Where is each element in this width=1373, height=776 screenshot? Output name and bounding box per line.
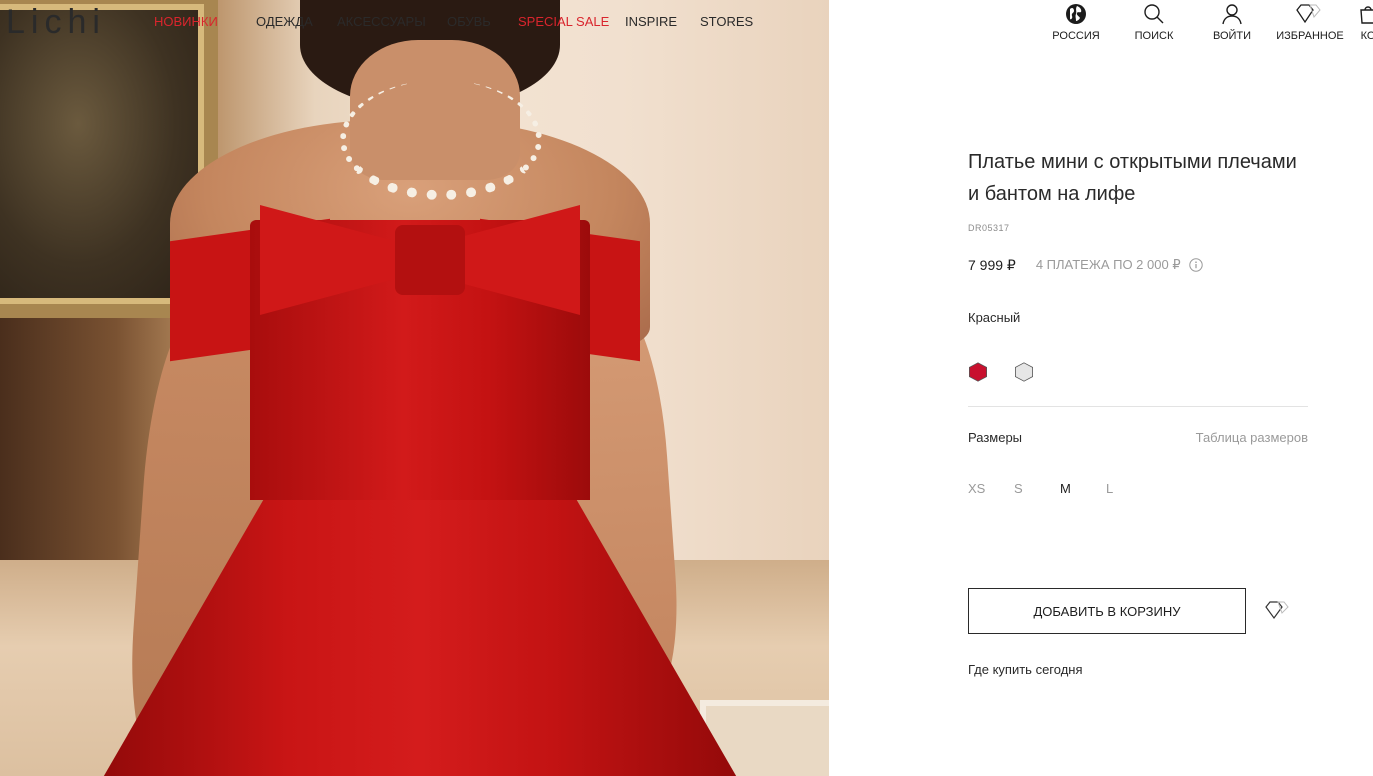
header-globe-button[interactable]: РОССИЯ: [1031, 0, 1121, 48]
header-cart-button[interactable]: КО: [1323, 0, 1373, 48]
size-option-l[interactable]: L: [1106, 480, 1152, 498]
sizes-header: Размеры Таблица размеров: [968, 429, 1308, 447]
brand-logo[interactable]: Lichi: [6, 4, 106, 40]
nav-item-0[interactable]: НОВИНКИ: [154, 14, 218, 30]
size-options: XS S M L: [968, 480, 1308, 498]
top-navigation: Lichi НОВИНКИ ОДЕЖДА АКСЕССУАРЫ ОБУВЬ SPECIA…: [0, 0, 829, 44]
color-swatch-red[interactable]: [968, 362, 988, 382]
installments-text: 4 ПЛАТЕЖА ПО 2 000 ₽: [1035, 257, 1181, 272]
nav-item-4[interactable]: SPECIAL SALE: [518, 14, 609, 30]
user-icon: [1187, 2, 1277, 26]
divider: [968, 406, 1308, 407]
price-row: 7 999 ₽ 4 ПЛАТЕЖА ПО 2 000 ₽: [968, 256, 1308, 274]
header-icon-label: КО: [1360, 30, 1373, 42]
product-photo: [0, 0, 829, 776]
product-sku: DR05317: [968, 223, 1010, 233]
size-chart-link[interactable]: Таблица размеров: [1196, 429, 1308, 447]
nav-item-1[interactable]: ОДЕЖДА: [256, 14, 313, 30]
add-to-favorites-icon[interactable]: [1264, 600, 1290, 622]
nav-item-6[interactable]: STORES: [700, 14, 753, 30]
size-option-xs[interactable]: XS: [968, 480, 1014, 498]
nav-item-5[interactable]: INSPIRE: [625, 14, 677, 30]
header-icon-label: ВОЙТИ: [1212, 30, 1252, 42]
cart-actions: ДОБАВИТЬ В КОРЗИНУ: [968, 588, 1308, 636]
pearl-necklace: [340, 80, 542, 200]
product-price: 7 999 ₽: [968, 256, 1016, 273]
nav-item-3[interactable]: ОБУВЬ: [447, 14, 491, 30]
color-swatches: [968, 360, 1308, 384]
header-search-button[interactable]: ПОИСК: [1109, 0, 1199, 48]
search-icon: [1109, 2, 1199, 26]
header-user-button[interactable]: ВОЙТИ: [1187, 0, 1277, 48]
color-swatch-white[interactable]: [1014, 362, 1034, 382]
header-icon-label: РОССИЯ: [1052, 30, 1100, 42]
where-to-buy-link[interactable]: Где купить сегодня: [968, 662, 1083, 678]
product-title: Платье мини с открытыми плечами и бантом…: [968, 151, 1297, 205]
header-icon-label: ПОИСК: [1134, 30, 1174, 42]
dress-bow-knot: [395, 225, 465, 295]
product-info: Платье мини с открытыми плечами и бантом…: [968, 146, 1308, 498]
sizes-label: Размеры: [968, 430, 1023, 445]
size-option-s[interactable]: S: [1014, 480, 1060, 498]
size-option-m[interactable]: M: [1060, 480, 1106, 498]
info-icon[interactable]: [1188, 258, 1203, 272]
globe-icon: [1031, 2, 1121, 26]
add-to-cart-button[interactable]: ДОБАВИТЬ В КОРЗИНУ: [968, 588, 1246, 634]
nav-item-2[interactable]: АКСЕССУАРЫ: [337, 14, 426, 30]
cart-icon: [1323, 2, 1373, 26]
selected-color-name: Красный: [968, 310, 1021, 325]
